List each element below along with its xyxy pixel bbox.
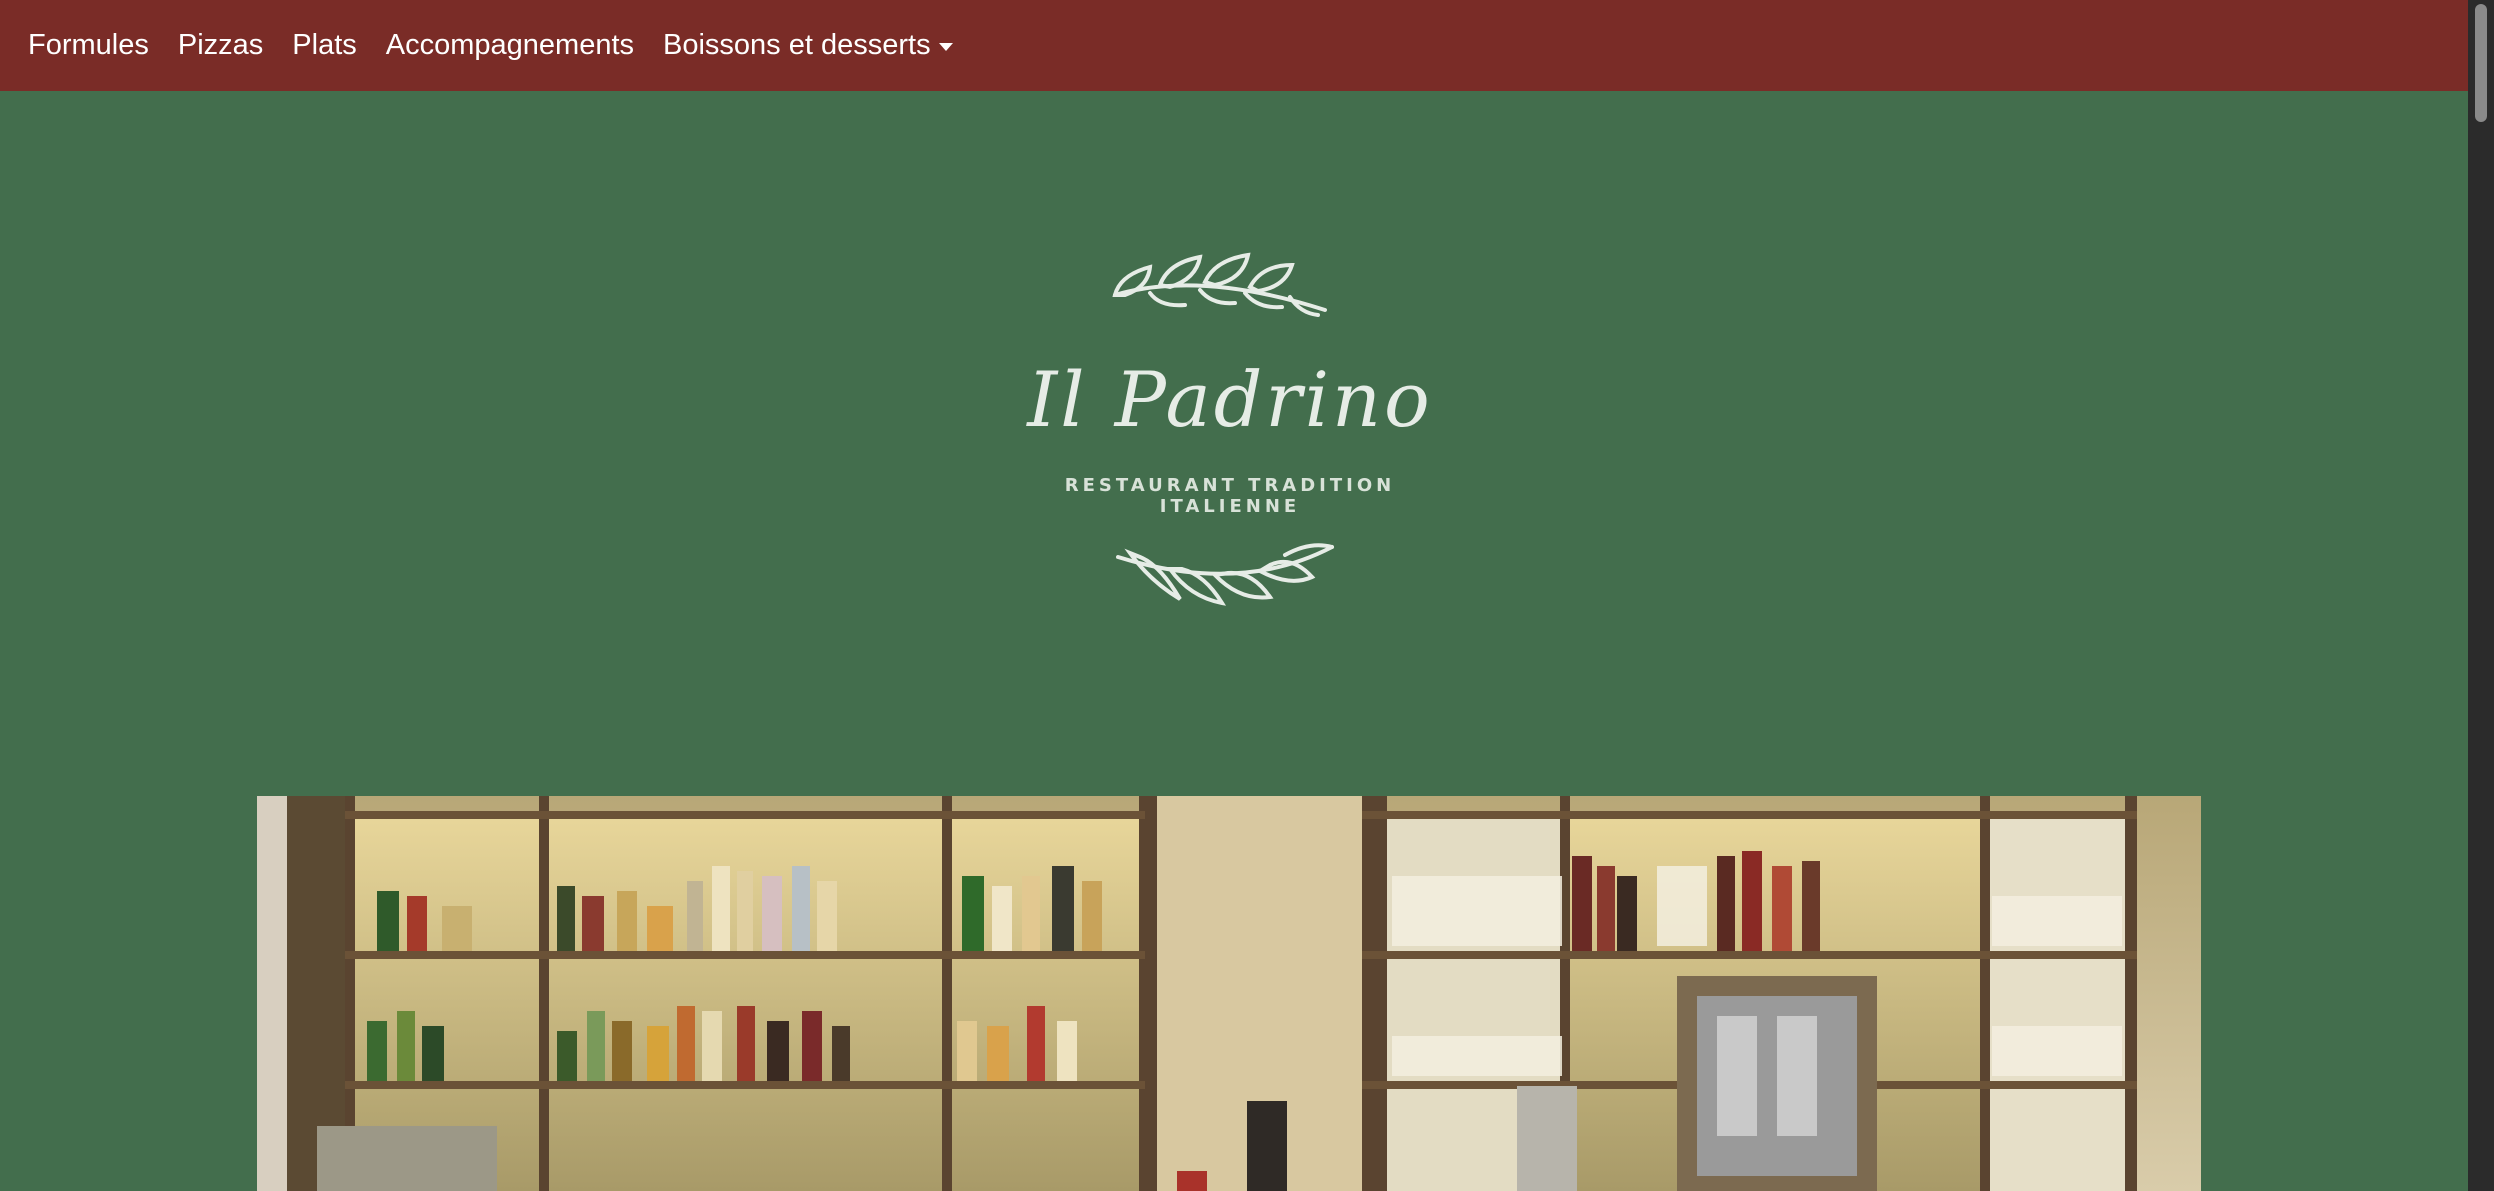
logo-subtitle: RESTAURANT TRADITION ITALIENNE — [1064, 475, 1396, 517]
nav-pizzas[interactable]: Pizzas — [178, 29, 263, 62]
nav-accompagnements[interactable]: Accompagnements — [386, 29, 634, 62]
nav-boissons-desserts-label: Boissons et desserts — [663, 29, 931, 61]
nav-formules-label: Formules — [28, 29, 149, 61]
logo-title: Il Padrino — [1027, 355, 1433, 444]
nav-accompagnements-label: Accompagnements — [385, 29, 635, 61]
restaurant-logo: Il Padrino RESTAURANT TRADITION ITALIENN… — [1000, 235, 1460, 635]
nav-pizzas-label: Pizzas — [177, 29, 264, 61]
bar-illustration — [257, 796, 2201, 1191]
nav-formules[interactable]: Formules — [28, 29, 149, 62]
caret-down-icon — [938, 43, 953, 51]
vertical-scrollbar[interactable] — [2468, 0, 2494, 1191]
scrollbar-thumb[interactable] — [2475, 4, 2487, 122]
top-navbar: Formules Pizzas Plats Accompagnements Bo… — [0, 0, 2468, 91]
nav-boissons-desserts-dropdown[interactable]: Boissons et desserts — [663, 29, 953, 62]
nav-plats-label: Plats — [292, 29, 357, 61]
hero-bar-image — [257, 796, 2201, 1191]
nav-plats[interactable]: Plats — [292, 29, 356, 62]
